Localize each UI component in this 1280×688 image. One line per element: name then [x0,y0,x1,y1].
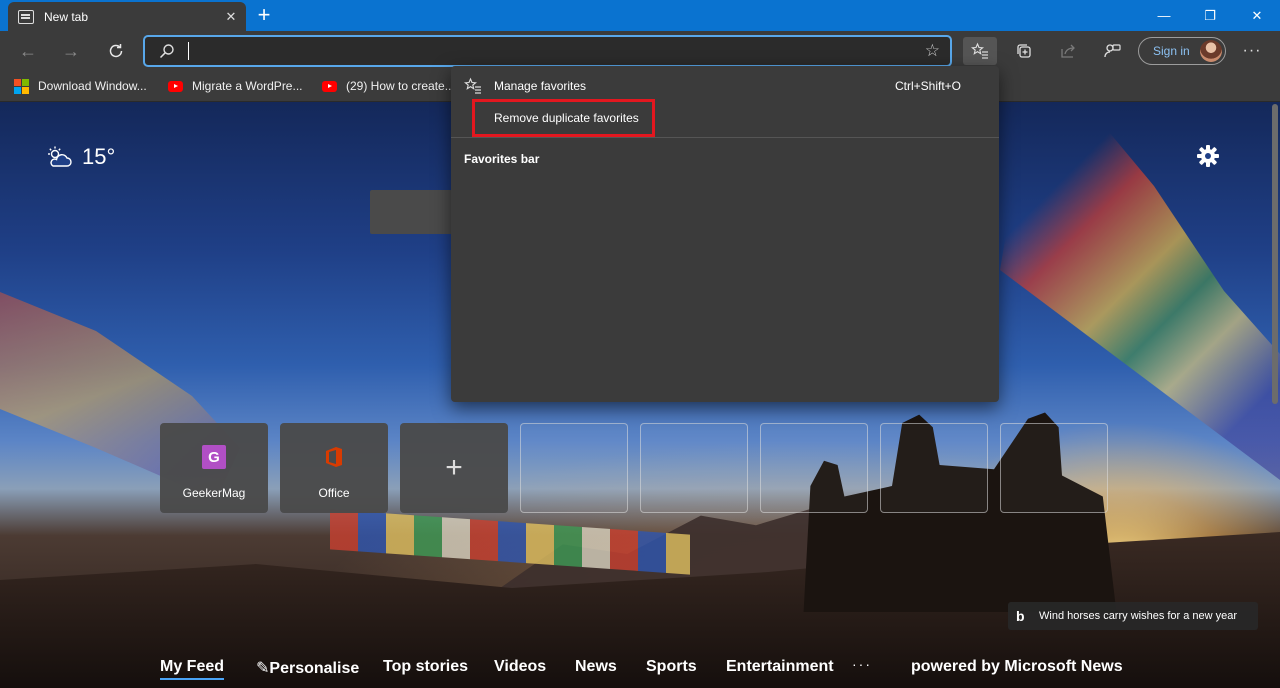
empty-quick-link-slot [760,423,868,513]
favorite-label: Download Window... [38,79,147,93]
favorite-item[interactable]: (29) How to create... [322,77,455,95]
toolbar: ← → ☆ Sign in ··· [0,31,1280,71]
feed-tab-entertainment[interactable]: Entertainment [726,658,834,676]
feed-more-button[interactable]: ··· [852,656,872,672]
search-icon [159,44,174,59]
manage-favorites-label: Manage favorites [494,79,587,93]
manage-favorites-shortcut: Ctrl+Shift+O [894,79,961,93]
feedback-icon [1104,44,1121,58]
feedback-button[interactable] [1095,37,1129,65]
feed-tab-videos[interactable]: Videos [494,658,546,676]
partly-cloudy-icon [48,146,72,167]
add-quick-link-button[interactable]: + [400,423,508,513]
empty-quick-link-slot [1000,423,1108,513]
avatar [1200,40,1222,62]
text-caret [188,42,189,60]
menu-divider [451,137,999,138]
sign-in-button[interactable]: Sign in [1138,37,1226,65]
page-settings-gear-icon[interactable] [1196,144,1220,168]
tab-title: New tab [44,9,89,24]
back-button[interactable]: ← [13,37,43,65]
youtube-logo-icon [322,80,337,92]
close-window-button[interactable]: ✕ [1234,0,1280,31]
share-button[interactable] [1051,37,1085,65]
add-favorite-star-icon[interactable]: ☆ [925,41,940,61]
image-caption[interactable]: b Wind horses carry wishes for a new yea… [1008,602,1258,630]
youtube-logo-icon [168,80,183,92]
temperature: 15° [82,144,116,169]
feed-tab-top-stories[interactable]: Top stories [383,658,468,676]
sign-in-label: Sign in [1153,44,1190,58]
refresh-button[interactable] [101,37,131,65]
collections-button[interactable] [1007,37,1041,65]
favorite-item[interactable]: Migrate a WordPre... [168,77,302,95]
favorites-menu: Manage favorites Ctrl+Shift+O Remove dup… [451,66,999,402]
quick-link-label: Office [318,486,350,500]
plus-icon: + [445,451,463,484]
address-input[interactable] [191,41,891,61]
empty-quick-link-slot [640,423,748,513]
empty-quick-link-slot [880,423,988,513]
share-icon [1061,44,1075,58]
microsoft-logo-icon [14,78,29,94]
favorites-button[interactable] [963,37,997,65]
new-tab-page-icon [18,9,34,24]
background-prayer-flags [0,292,240,500]
favorites-star-list-icon [971,42,988,59]
scrollbar-thumb[interactable] [1272,104,1278,404]
favorite-item[interactable]: Download Window... [14,77,147,95]
quick-link-label: GeekerMag [182,486,246,500]
tab-new-tab[interactable]: New tab ✕ [8,2,246,31]
address-bar[interactable]: ☆ [143,35,952,67]
weather-widget[interactable]: 15° [46,144,115,170]
remove-duplicate-favorites-item[interactable]: Remove duplicate favorites [472,99,655,137]
quick-link-office[interactable]: Office [280,423,388,513]
favorites-bar-heading: Favorites bar [464,152,540,166]
page-search-box[interactable] [370,190,452,234]
feed-tab-my-feed[interactable]: My Feed [160,658,225,680]
feed-tab-label: Personalise [269,660,360,677]
favorite-label: (29) How to create... [346,79,455,93]
refresh-icon [109,44,123,58]
bing-logo-icon: b [1016,608,1025,624]
favorite-label: Migrate a WordPre... [192,79,303,93]
feed-nav: My Feed ✎Personalise Top stories Videos … [0,650,1280,688]
manage-favorites-item[interactable]: Manage favorites Ctrl+Shift+O [451,72,999,100]
geekermag-icon: G [202,445,226,469]
feed-tab-personalise[interactable]: ✎Personalise [256,658,359,678]
tab-close-icon[interactable]: ✕ [220,6,242,28]
feed-tab-news[interactable]: News [575,658,617,676]
collections-icon [1017,44,1031,58]
empty-quick-link-slot [520,423,628,513]
restore-button[interactable]: ❐ [1187,0,1233,31]
image-caption-text: Wind horses carry wishes for a new year [1039,610,1238,622]
powered-by-microsoft-news: powered by Microsoft News [911,658,1123,675]
title-bar: New tab ✕ + — ❐ ✕ [0,0,1280,31]
feed-tab-sports[interactable]: Sports [646,658,697,676]
forward-button[interactable]: → [56,37,86,65]
background-prayer-flags [330,509,690,575]
quick-links: G GeekerMag Office + [160,423,1108,513]
pencil-icon: ✎ [256,660,270,677]
new-tab-button[interactable]: + [252,4,276,28]
settings-and-more-button[interactable]: ··· [1238,37,1266,65]
favorites-star-list-icon [464,77,481,94]
minimize-button[interactable]: — [1141,0,1187,31]
quick-link-geekermag[interactable]: G GeekerMag [160,423,268,513]
remove-duplicate-favorites-label: Remove duplicate favorites [494,111,639,125]
office-logo-icon [326,447,342,467]
